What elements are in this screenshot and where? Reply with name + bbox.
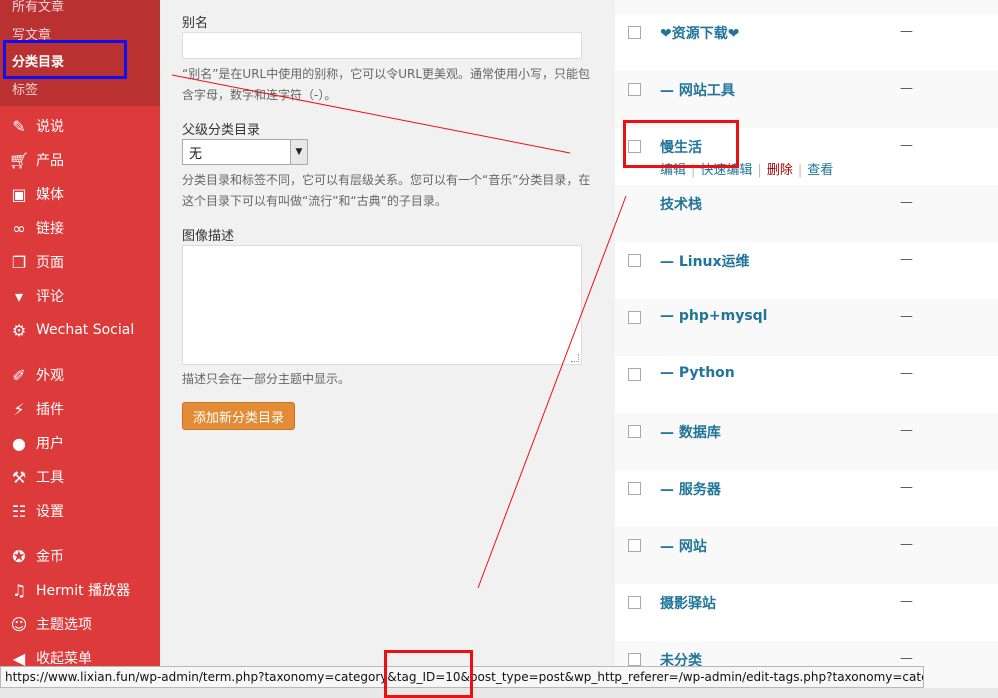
category-count: — <box>900 480 913 495</box>
table-row: — php+mysql — <box>615 299 998 356</box>
table-row-partial <box>615 0 998 14</box>
category-count: — <box>900 594 913 609</box>
sidebar-item-settings[interactable]: ☷ 设置 <box>0 496 160 526</box>
category-count: — <box>900 24 913 39</box>
parent-category-help: 分类目录和标签不同，它可以有层级关系。您可以有一个“音乐”分类目录，在这个目录下… <box>182 173 591 208</box>
resize-grip-icon[interactable] <box>571 354 579 362</box>
parent-category-value: 无 <box>189 146 203 162</box>
category-name[interactable]: — 服务器 <box>660 479 721 499</box>
row-checkbox[interactable] <box>628 311 641 324</box>
category-count: — <box>900 651 913 666</box>
category-count: — <box>900 195 913 210</box>
category-name[interactable]: — Linux运维 <box>660 251 750 271</box>
table-row: — Python — <box>615 356 998 413</box>
delete-link[interactable]: 删除 <box>767 163 793 178</box>
sidebar-item-pages[interactable]: ❐ 页面 <box>0 247 160 277</box>
brush-icon: ✐ <box>12 365 26 385</box>
sidebar-item-plugins[interactable]: ⚡ 插件 <box>0 394 160 424</box>
table-row: — 数据库 — <box>615 413 998 470</box>
comment-icon: ▾ <box>14 286 24 306</box>
slug-input[interactable] <box>182 32 582 59</box>
admin-sidebar: 所有文章 写文章 分类目录 标签 ✎ 说说 🛒︎ 产品 ▣ 媒体 ∞ 链接 ❐ … <box>0 0 160 698</box>
sidebar-item-media[interactable]: ▣ 媒体 <box>0 179 160 209</box>
sidebar-item-wechat-social[interactable]: ⚙ Wechat Social <box>0 315 160 345</box>
category-name[interactable]: — Python <box>660 365 735 381</box>
category-name[interactable]: — 网站工具 <box>660 80 735 100</box>
description-help: 描述只会在一部分主题中显示。 <box>182 372 351 386</box>
collapse-icon: ◀ <box>12 648 26 668</box>
category-name[interactable]: — php+mysql <box>660 308 767 324</box>
settings-icon: ☷ <box>11 501 27 521</box>
wrench-icon: ⚒ <box>11 467 27 487</box>
category-count: — <box>900 81 913 96</box>
gear-icon: ⚙ <box>11 320 27 340</box>
view-link[interactable]: 查看 <box>807 163 833 178</box>
category-count: — <box>900 423 913 438</box>
submenu-all-posts[interactable]: 所有文章 <box>12 0 64 15</box>
table-row: — 网站 — <box>615 527 998 584</box>
media-icon: ▣ <box>11 184 27 204</box>
row-checkbox[interactable] <box>628 539 641 552</box>
category-count: — <box>900 138 913 153</box>
table-row: — Linux运维 — <box>615 242 998 299</box>
category-name[interactable]: — 数据库 <box>660 422 721 442</box>
row-checkbox[interactable] <box>628 482 641 495</box>
sidebar-item-comments[interactable]: ▾ 评论 <box>0 281 160 311</box>
row-checkbox[interactable] <box>628 26 641 39</box>
annotation-box-red-tag-id <box>384 650 473 698</box>
row-checkbox[interactable] <box>628 653 641 666</box>
row-checkbox[interactable] <box>628 254 641 267</box>
category-count: — <box>900 252 913 267</box>
category-name[interactable]: ❤资源下载❤ <box>660 23 739 43</box>
category-count: — <box>900 537 913 552</box>
table-row: ❤资源下载❤ — <box>615 14 998 71</box>
theme-icon: ☺ <box>10 614 28 634</box>
music-icon: ♫ <box>11 580 27 600</box>
slug-label: 别名 <box>182 16 209 31</box>
table-row: — 服务器 — <box>615 470 998 527</box>
annotation-box-red-category <box>623 120 739 168</box>
sidebar-item-appearance[interactable]: ✐ 外观 <box>0 360 160 390</box>
description-textarea[interactable] <box>182 245 582 365</box>
plugin-icon: ⚡ <box>13 399 25 419</box>
separator: | <box>757 163 762 178</box>
sidebar-item-links[interactable]: ∞ 链接 <box>0 213 160 243</box>
category-count: — <box>900 309 913 324</box>
sidebar-item-products[interactable]: 🛒︎ 产品 <box>0 145 160 175</box>
chevron-down-icon[interactable]: ▼ <box>290 140 307 164</box>
sidebar-item-users[interactable]: ● 用户 <box>0 428 160 458</box>
separator: | <box>797 163 803 178</box>
row-checkbox[interactable] <box>628 425 641 438</box>
add-category-form: 别名 “别名”是在URL中使用的别称，它可以令URL更美观。通常使用小写，只能包… <box>160 0 615 698</box>
category-count: — <box>900 366 913 381</box>
table-row: 技术栈 — <box>615 185 998 242</box>
parent-category-label: 父级分类目录 <box>182 123 261 138</box>
row-checkbox[interactable] <box>628 368 641 381</box>
sidebar-item-hermit-player[interactable]: ♫ Hermit 播放器 <box>0 575 160 605</box>
sidebar-item-coins[interactable]: ✪ 金币 <box>0 541 160 571</box>
row-checkbox[interactable] <box>628 596 641 609</box>
submenu-tags[interactable]: 标签 <box>12 79 38 98</box>
description-label: 图像描述 <box>182 229 235 244</box>
categories-table: ❤资源下载❤ — — 网站工具 — 慢生活 — 编辑 | 快速编辑 | 删除 | 查看 技术… <box>615 0 998 698</box>
category-name[interactable]: 技术栈 <box>660 194 702 214</box>
add-new-category-button[interactable]: 添加新分类目录 <box>182 402 295 430</box>
link-icon: ∞ <box>12 218 26 238</box>
user-icon: ● <box>12 433 26 453</box>
sidebar-item-theme-options[interactable]: ☺ 主题选项 <box>0 609 160 639</box>
page-icon: ❐ <box>11 252 27 272</box>
parent-category-select[interactable]: 无 ▼ <box>182 139 308 165</box>
coin-icon: ✪ <box>12 546 26 566</box>
category-name[interactable]: 摄影驿站 <box>660 593 716 613</box>
annotation-box-blue <box>3 40 127 79</box>
cart-icon: 🛒︎ <box>8 150 30 170</box>
category-name[interactable]: — 网站 <box>660 536 707 556</box>
slug-help: “别名”是在URL中使用的别称，它可以令URL更美观。通常使用小写，只能包含字母… <box>182 67 591 102</box>
table-row: 摄影驿站 — <box>615 584 998 641</box>
sidebar-item-shuoshuo[interactable]: ✎ 说说 <box>0 111 160 141</box>
bottom-strip <box>0 688 998 698</box>
pin-icon: ✎ <box>12 116 26 136</box>
sidebar-item-tools[interactable]: ⚒ 工具 <box>0 462 160 492</box>
row-checkbox[interactable] <box>628 83 641 96</box>
